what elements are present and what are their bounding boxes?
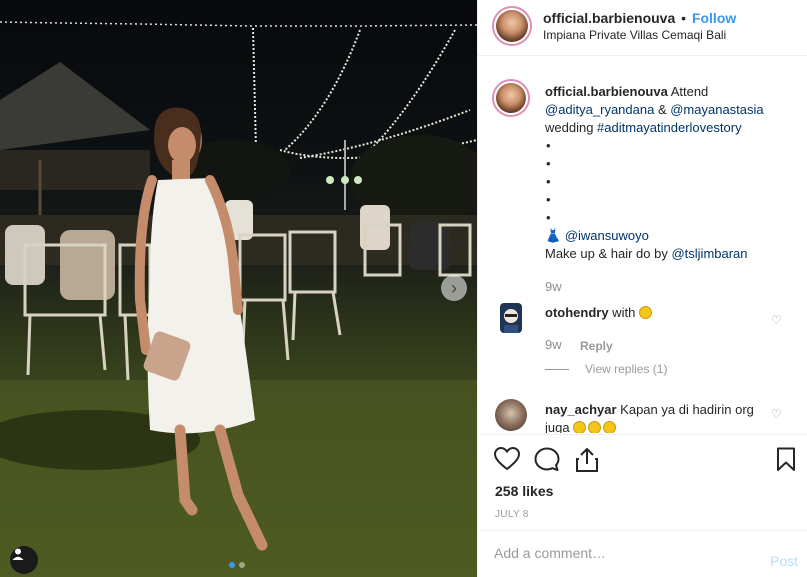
like-heart-icon[interactable] [494, 447, 520, 471]
dress-emoji: 👗 [545, 228, 562, 243]
mention-link[interactable]: @aditya_ryandana [545, 102, 654, 117]
location-link[interactable]: Impiana Private Villas Cemaqi Bali [543, 28, 726, 42]
comment-bubble-icon[interactable] [534, 447, 560, 472]
comment-timestamp[interactable]: 9w [545, 337, 562, 352]
add-comment-bar: Post [478, 530, 807, 577]
caption-bullet: • [546, 138, 551, 153]
caption-bullet: • [546, 156, 551, 171]
commenter-username-link[interactable]: nay_achyar [545, 402, 617, 417]
carousel-dot [239, 562, 245, 568]
caption-bullet: • [546, 174, 551, 189]
reply-button[interactable]: Reply [580, 339, 613, 353]
caption-username-link[interactable]: official.barbienouva [545, 84, 668, 99]
mention-link[interactable]: @mayanastasia [670, 102, 763, 117]
comment-text: otohendry with [545, 304, 654, 322]
caption-timestamp[interactable]: 9w [545, 279, 562, 294]
view-replies-button[interactable]: View replies (1) [545, 362, 667, 376]
comments-list[interactable]: official.barbienouva Attend @aditya_ryan… [478, 57, 807, 433]
comment-text: nay_achyar Kapan ya di hadirin org juga [545, 401, 760, 433]
follow-button[interactable]: Follow [692, 10, 736, 26]
laughing-emoji-icon [588, 421, 602, 433]
commenter-avatar[interactable] [495, 399, 527, 431]
view-replies-line [545, 368, 569, 370]
likes-count[interactable]: 258 likes [495, 483, 553, 499]
like-comment-icon[interactable]: ♡ [771, 407, 782, 421]
author-username-link[interactable]: official.barbienouva [543, 10, 675, 26]
caption-text: & [654, 102, 671, 117]
post-comment-button[interactable]: Post [770, 553, 798, 569]
post-caption: official.barbienouva Attend @aditya_ryan… [545, 83, 795, 263]
post-actions: 258 likes JULY 8 [478, 434, 807, 530]
mention-link[interactable]: @iwansuwoyo [565, 228, 649, 243]
carousel-dot-active [229, 562, 235, 568]
author-username-row: official.barbienouva • Follow [543, 10, 736, 26]
laughing-emoji-icon [573, 421, 587, 433]
share-icon[interactable] [575, 447, 599, 473]
save-bookmark-icon[interactable] [776, 447, 796, 472]
post-side-panel: official.barbienouva • Follow Impiana Pr… [477, 0, 807, 577]
comment-body: with [608, 305, 639, 320]
next-photo-button[interactable]: › [441, 275, 467, 301]
caption-text: Make up & hair do by [545, 246, 672, 261]
caption-bullet: • [546, 192, 551, 207]
user-icon [12, 548, 24, 560]
photo-scene [0, 21, 477, 577]
mention-link[interactable]: @tsljimbaran [671, 246, 747, 261]
laughing-emoji-icon [603, 421, 617, 433]
like-comment-icon[interactable]: ♡ [771, 313, 782, 327]
commenter-username-link[interactable]: otohendry [545, 305, 609, 320]
author-avatar[interactable] [492, 6, 532, 46]
caption-author-avatar[interactable] [492, 79, 530, 117]
caption-text: wedding [545, 120, 598, 135]
commenter-avatar[interactable] [500, 303, 522, 333]
post-date[interactable]: JULY 8 [495, 509, 529, 520]
grinning-emoji-icon [638, 306, 652, 319]
post-header: official.barbienouva • Follow Impiana Pr… [478, 0, 807, 56]
tagged-users-button[interactable] [10, 546, 38, 574]
hashtag-link[interactable]: #aditmayatinderlovestory [597, 120, 742, 135]
comment-input[interactable] [494, 545, 754, 561]
post-photo[interactable]: › [0, 0, 477, 577]
view-replies-label: View replies (1) [585, 362, 668, 376]
carousel-indicator [229, 562, 245, 568]
header-separator: • [681, 10, 687, 26]
caption-text: Attend [667, 84, 709, 99]
caption-bullet: • [546, 210, 551, 225]
